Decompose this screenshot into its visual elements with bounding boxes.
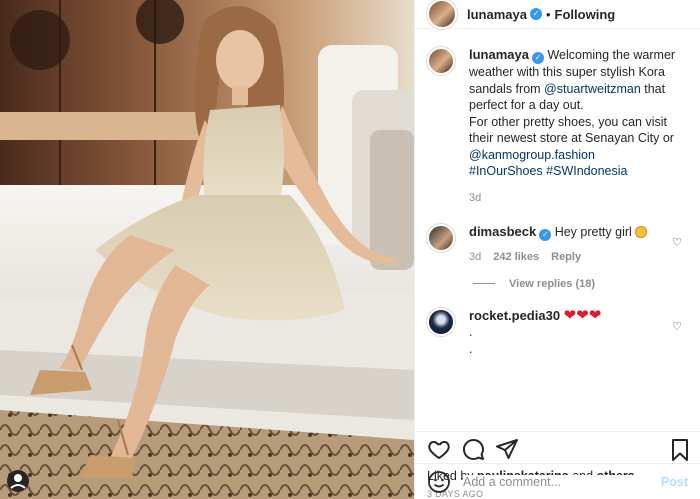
caption-meta: 3d xyxy=(469,190,688,207)
verified-icon: ✓ xyxy=(539,229,552,241)
post-photo[interactable] xyxy=(0,0,414,499)
add-comment-input[interactable] xyxy=(463,474,661,489)
hashtag-swindonesia[interactable]: #SWIndonesia xyxy=(546,164,627,178)
photo-illustration xyxy=(0,0,414,499)
verified-icon: ✓ xyxy=(531,52,544,64)
instagram-post: lunamaya ✓ • Following lunamaya ✓ Welcomi… xyxy=(0,0,700,499)
caption-username[interactable]: lunamaya xyxy=(469,47,529,62)
caption-time[interactable]: 3d xyxy=(469,190,481,207)
comment-meta: 3d 242 likes Reply xyxy=(469,249,688,266)
view-replies-button[interactable]: View replies (18) xyxy=(473,278,688,290)
comment-username[interactable]: dimasbeck xyxy=(469,224,536,239)
add-comment-bar: Post xyxy=(415,463,700,499)
red-heart-emoji-icon: ❤ xyxy=(563,306,577,324)
verified-icon: ✓ xyxy=(529,8,542,20)
comment-body: rocket.pedia30 ❤❤❤ . . xyxy=(469,306,688,358)
author-username[interactable]: lunamaya xyxy=(467,7,527,22)
comment-like-heart-icon[interactable]: ♡ xyxy=(672,236,682,249)
reply-button[interactable]: Reply xyxy=(551,249,581,266)
heart-eyes-emoji-icon xyxy=(635,226,648,238)
bookmark-icon[interactable] xyxy=(668,438,692,462)
author-avatar[interactable] xyxy=(427,0,457,29)
mention-kanmogroup[interactable]: @kanmogroup.fashion xyxy=(469,148,595,162)
view-replies-label: View replies (18) xyxy=(509,277,596,290)
caption: lunamaya ✓ Welcoming the warmer weather w… xyxy=(427,47,688,206)
red-heart-emoji-icon: ❤ xyxy=(588,306,602,324)
post-sidebar: lunamaya ✓ • Following lunamaya ✓ Welcomi… xyxy=(414,0,700,499)
emoji-icon[interactable] xyxy=(427,470,451,494)
header-separator: • xyxy=(545,6,551,22)
header-info: lunamaya ✓ • Following xyxy=(467,7,615,22)
following-button[interactable]: Following xyxy=(555,7,616,22)
replies-divider xyxy=(473,283,495,284)
comment-text: Hey pretty girl xyxy=(554,225,632,239)
hashtag-inourshoes[interactable]: #InOurShoes xyxy=(469,164,543,178)
comment-item: dimasbeck ✓ Hey pretty girl 3d 242 likes … xyxy=(427,224,688,266)
comment-body: dimasbeck ✓ Hey pretty girl 3d 242 likes … xyxy=(469,224,688,266)
red-heart-emoji-icon: ❤ xyxy=(576,306,589,324)
caption-text-3: For other pretty shoes, you can visit th… xyxy=(469,114,674,146)
mention-stuartweitzman[interactable]: @stuartweitzman xyxy=(544,82,641,96)
action-bar xyxy=(415,431,700,465)
comment-like-heart-icon[interactable]: ♡ xyxy=(672,320,682,333)
share-icon[interactable] xyxy=(495,437,519,461)
caption-body: lunamaya ✓ Welcoming the warmer weather w… xyxy=(469,47,688,206)
post-header: lunamaya ✓ • Following xyxy=(415,0,700,29)
comments-section[interactable]: lunamaya ✓ Welcoming the warmer weather w… xyxy=(415,29,700,431)
comment-avatar[interactable] xyxy=(427,224,455,252)
comment-line: . xyxy=(469,341,473,356)
post-comment-button[interactable]: Post xyxy=(661,475,688,489)
comment-item: rocket.pedia30 ❤❤❤ . . ♡ xyxy=(427,306,688,358)
comment-likes[interactable]: 242 likes xyxy=(493,249,539,266)
caption-avatar[interactable] xyxy=(427,47,455,75)
comment-line: . xyxy=(469,325,473,339)
heart-icon[interactable] xyxy=(427,437,451,461)
comment-username[interactable]: rocket.pedia30 xyxy=(469,308,560,323)
comment-time[interactable]: 3d xyxy=(469,249,481,266)
comment-avatar[interactable] xyxy=(427,307,455,336)
comment-icon[interactable] xyxy=(461,437,485,461)
